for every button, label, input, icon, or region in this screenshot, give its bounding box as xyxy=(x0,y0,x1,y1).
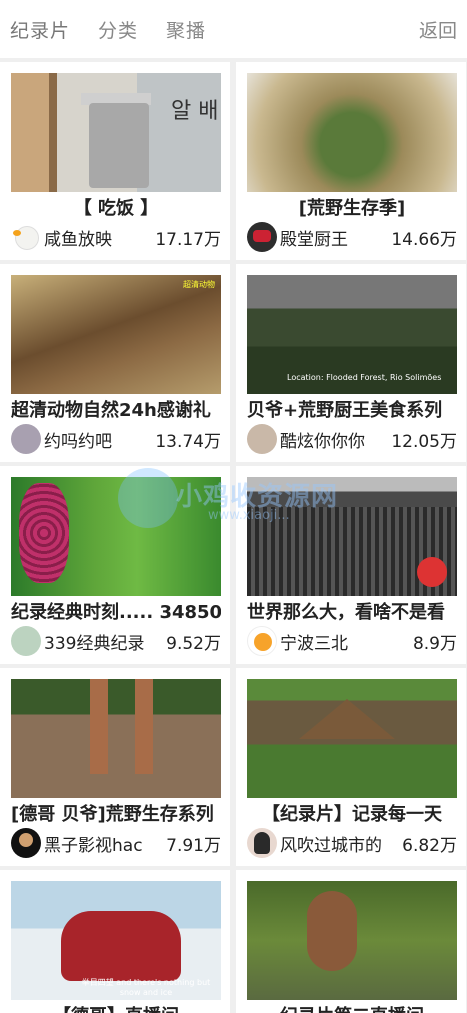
video-meta: 339经典纪录 9.52万 xyxy=(11,626,221,656)
thumbnail-label: 超清动物 xyxy=(183,280,215,289)
video-thumbnail[interactable] xyxy=(11,679,221,798)
view-count: 17.17万 xyxy=(155,229,221,250)
landscape-avatar[interactable] xyxy=(11,626,41,656)
author-name[interactable]: 殿堂厨王 xyxy=(280,225,388,250)
view-count: 8.9万 xyxy=(412,633,457,654)
video-thumbnail[interactable]: 알 배 xyxy=(11,73,221,192)
video-thumbnail[interactable]: 举目四望 and there's nothing but snow and ic… xyxy=(11,881,221,1000)
thumbnail-caption: 举目四望 and there's nothing but snow and ic… xyxy=(81,978,211,997)
author-name[interactable]: 约吗约吧 xyxy=(44,427,152,452)
video-card[interactable]: 超清动物 超清动物自然24h感谢礼 约吗约吧 13.74万 xyxy=(0,264,230,462)
author-name[interactable]: 酷炫你你你 xyxy=(280,427,388,452)
video-card[interactable]: Location: Flooded Forest, Rio Solimões 贝… xyxy=(236,264,466,462)
video-title[interactable]: 超清动物自然24h感谢礼 xyxy=(11,396,221,422)
video-card[interactable]: [德哥 贝爷]荒野生存系列 黑子影视hac 7.91万 xyxy=(0,668,230,866)
video-title[interactable]: 纪录片第二直播间 xyxy=(247,1002,457,1013)
tab-documentary[interactable]: 纪录片 xyxy=(10,16,70,43)
video-thumbnail[interactable] xyxy=(247,73,457,192)
cake-avatar[interactable] xyxy=(247,222,277,252)
duck-avatar[interactable] xyxy=(11,222,41,252)
video-card[interactable]: [荒野生存季] 殿堂厨王 14.66万 xyxy=(236,62,466,260)
top-bar: 纪录片 分类 聚播 返回 xyxy=(0,0,467,58)
video-meta: 酷炫你你你 12.05万 xyxy=(247,424,457,454)
video-title[interactable]: 【 吃饭 】 xyxy=(11,194,221,220)
video-meta: 宁波三北 8.9万 xyxy=(247,626,457,656)
thumbnail-caption: Location: Flooded Forest, Rio Solimões xyxy=(287,373,442,382)
view-count: 12.05万 xyxy=(391,431,457,452)
view-count: 6.82万 xyxy=(402,835,457,856)
video-title[interactable]: 【德哥】直播间 xyxy=(11,1002,221,1013)
video-meta: 黑子影视hac 7.91万 xyxy=(11,828,221,858)
person-avatar[interactable] xyxy=(11,424,41,454)
video-meta: 咸鱼放映 17.17万 xyxy=(11,222,221,252)
video-thumbnail[interactable] xyxy=(247,881,457,1000)
tab-category[interactable]: 分类 xyxy=(98,16,138,43)
video-meta: 殿堂厨王 14.66万 xyxy=(247,222,457,252)
animal-avatar[interactable] xyxy=(247,424,277,454)
video-card[interactable]: 알 배 【 吃饭 】 咸鱼放映 17.17万 xyxy=(0,62,230,260)
cartoon-avatar[interactable] xyxy=(247,626,277,656)
video-thumbnail[interactable]: Location: Flooded Forest, Rio Solimões xyxy=(247,275,457,394)
video-card[interactable]: 举目四望 and there's nothing but snow and ic… xyxy=(0,870,230,1013)
video-meta: 约吗约吧 13.74万 xyxy=(11,424,221,454)
author-name[interactable]: 339经典纪录 xyxy=(44,629,152,654)
thumbnail-text: 알 배 xyxy=(171,99,219,124)
girl-avatar[interactable] xyxy=(247,828,277,858)
back-button[interactable]: 返回 xyxy=(419,16,457,43)
view-count: 14.66万 xyxy=(391,229,457,250)
video-card[interactable]: 纪录片第二直播间 xyxy=(236,870,466,1013)
author-name[interactable]: 宁波三北 xyxy=(280,629,388,654)
video-title[interactable]: 纪录经典时刻..... 34850 xyxy=(11,598,221,624)
video-title[interactable]: [德哥 贝爷]荒野生存系列 xyxy=(11,800,221,826)
video-title[interactable]: 世界那么大，看啥不是看 xyxy=(247,598,457,624)
video-title[interactable]: [荒野生存季] xyxy=(247,194,457,220)
video-thumbnail[interactable]: 超清动物 xyxy=(11,275,221,394)
video-meta: 风吹过城市的 6.82万 xyxy=(247,828,457,858)
video-title[interactable]: 【纪录片】记录每一天 xyxy=(247,800,457,826)
view-count: 9.52万 xyxy=(166,633,221,654)
video-card[interactable]: 纪录经典时刻..... 34850 339经典纪录 9.52万 xyxy=(0,466,230,664)
author-name[interactable]: 黑子影视hac xyxy=(44,831,152,856)
video-card[interactable]: 【纪录片】记录每一天 风吹过城市的 6.82万 xyxy=(236,668,466,866)
tab-bar: 纪录片 分类 聚播 xyxy=(0,16,234,43)
view-count: 7.91万 xyxy=(166,835,221,856)
video-title[interactable]: 贝爷+荒野厨王美食系列 xyxy=(247,396,457,422)
video-thumbnail[interactable] xyxy=(247,679,457,798)
view-count: 13.74万 xyxy=(155,431,221,452)
tab-aggregate[interactable]: 聚播 xyxy=(166,16,206,43)
video-thumbnail[interactable] xyxy=(11,477,221,596)
video-thumbnail[interactable] xyxy=(247,477,457,596)
author-name[interactable]: 风吹过城市的 xyxy=(280,831,388,856)
author-name[interactable]: 咸鱼放映 xyxy=(44,225,152,250)
video-card[interactable]: 世界那么大，看啥不是看 宁波三北 8.9万 xyxy=(236,466,466,664)
dark-avatar[interactable] xyxy=(11,828,41,858)
